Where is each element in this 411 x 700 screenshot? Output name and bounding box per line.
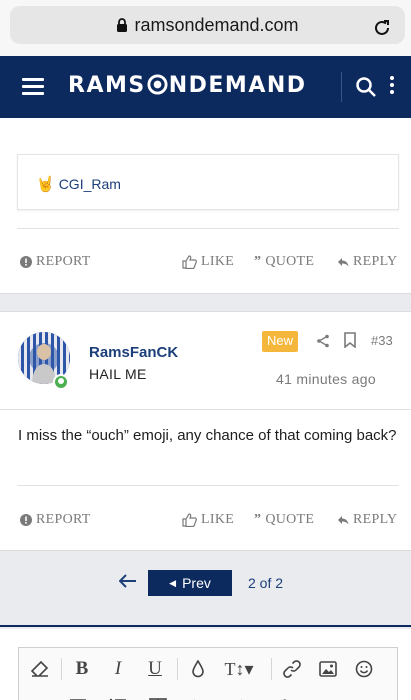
post-timestamp[interactable]: 41 minutes ago xyxy=(276,371,376,387)
quote-marks-icon: ” xyxy=(254,512,262,527)
reply-icon xyxy=(338,516,349,525)
text-size-icon[interactable]: T↕▾ xyxy=(217,656,261,682)
underline-icon[interactable]: U xyxy=(142,656,168,682)
new-badge: New xyxy=(262,331,299,352)
more-options-icon[interactable] xyxy=(390,76,396,97)
editor-toolbar: B I U T↕▾ xyxy=(18,647,398,700)
italic-icon[interactable]: I xyxy=(105,656,131,682)
post-item: RamsFanCK HAIL ME New #33 41 minutes ago… xyxy=(0,311,411,551)
bookmark-icon[interactable] xyxy=(344,332,356,352)
lock-icon xyxy=(116,17,128,38)
toolbar-divider xyxy=(61,658,62,680)
reply-button[interactable]: REPLY xyxy=(337,254,397,270)
action-divider xyxy=(17,228,399,229)
online-status-icon xyxy=(53,374,69,390)
post-previous: 🤘 CGI_Ram REPORT LIKE ” QUOTE REPLY xyxy=(0,118,411,294)
undo-icon[interactable] xyxy=(185,692,211,700)
smiley-icon[interactable] xyxy=(351,656,377,682)
thumbs-up-icon xyxy=(182,255,197,269)
post-number-link[interactable]: #33 xyxy=(371,333,393,348)
pagination: ◀ Prev 2 of 2 xyxy=(0,551,411,627)
report-button[interactable]: REPORT xyxy=(20,254,91,270)
arrow-left-icon[interactable] xyxy=(118,573,137,592)
toolbar-divider xyxy=(271,658,272,680)
reload-icon[interactable] xyxy=(373,19,391,41)
quote-button[interactable]: ” QUOTE xyxy=(254,254,314,270)
table-icon[interactable] xyxy=(145,692,171,700)
redo-icon[interactable] xyxy=(225,692,251,700)
menu-icon[interactable] xyxy=(22,78,44,96)
url-text: ramsondemand.com xyxy=(134,15,299,35)
search-icon[interactable] xyxy=(355,76,377,102)
image-icon[interactable] xyxy=(315,656,341,682)
quote-block[interactable]: 🤘 CGI_Ram xyxy=(17,154,399,210)
share-icon[interactable] xyxy=(316,333,330,352)
link-icon[interactable] xyxy=(279,656,305,682)
bold-icon[interactable]: B xyxy=(69,656,95,682)
reply-button[interactable]: REPLY xyxy=(337,512,397,528)
alert-icon xyxy=(20,514,32,526)
quote-username[interactable]: CGI_Ram xyxy=(59,176,121,192)
site-logo[interactable]: RAMS NDEMAND xyxy=(68,73,307,98)
quote-marks-icon: ” xyxy=(254,254,262,269)
post-username[interactable]: RamsFanCK xyxy=(89,344,178,361)
reply-icon xyxy=(338,258,349,267)
address-field[interactable]: ramsondemand.com xyxy=(10,6,405,44)
list-icon[interactable] xyxy=(105,692,131,700)
browser-url-bar: ramsondemand.com xyxy=(0,0,411,56)
rock-hand-icon: 🤘 xyxy=(36,176,55,193)
thumbs-up-icon xyxy=(182,513,197,527)
toolbar-divider xyxy=(177,658,178,680)
align-icon[interactable] xyxy=(65,692,91,700)
post-actions: REPORT LIKE ” QUOTE REPLY xyxy=(0,254,411,274)
action-divider xyxy=(17,485,399,486)
post-message: I miss the “ouch” emoji, any chance of t… xyxy=(18,427,397,444)
message-divider xyxy=(0,409,411,410)
caret-left-icon: ◀ xyxy=(169,577,177,588)
post-actions: REPORT LIKE ” QUOTE REPLY xyxy=(0,512,411,532)
like-button[interactable]: LIKE xyxy=(182,512,234,528)
report-button[interactable]: REPORT xyxy=(20,512,91,528)
color-icon[interactable] xyxy=(185,656,211,682)
prev-page-button[interactable]: ◀ Prev xyxy=(148,570,232,596)
gear-icon[interactable] xyxy=(271,692,297,700)
user-title: HAIL ME xyxy=(89,366,147,382)
quote-button[interactable]: ” QUOTE xyxy=(254,512,314,528)
logo-o-icon xyxy=(147,74,168,95)
eraser-icon[interactable] xyxy=(27,656,53,682)
alert-icon xyxy=(20,256,32,268)
reply-editor: B I U T↕▾ xyxy=(0,629,411,700)
site-header: RAMS NDEMAND xyxy=(0,56,411,118)
header-divider xyxy=(341,72,342,102)
like-button[interactable]: LIKE xyxy=(182,254,234,270)
page-indicator[interactable]: 2 of 2 xyxy=(248,575,283,591)
